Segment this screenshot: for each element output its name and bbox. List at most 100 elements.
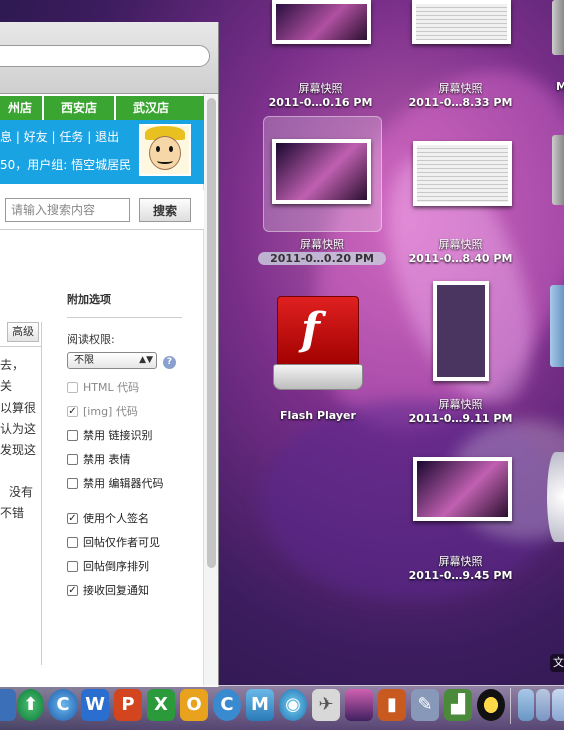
- qq-icon[interactable]: [477, 689, 505, 721]
- link-separator: |: [15, 130, 24, 144]
- option-disable-smilies[interactable]: 禁用 表情: [67, 451, 131, 467]
- qc-icon[interactable]: C: [48, 689, 78, 721]
- icon-caption-line2: 2011-0…0.16 PM: [268, 96, 373, 109]
- editor-text-line: 没有: [9, 485, 34, 499]
- edge-label-bottom: 文: [550, 654, 564, 672]
- icon-caption-line2: 2011-0…9.11 PM: [408, 412, 513, 425]
- option-label: 使用个人签名: [83, 512, 149, 525]
- edge-label-top: M: [556, 80, 564, 93]
- checkbox[interactable]: [67, 477, 78, 489]
- c-icon[interactable]: C: [213, 689, 241, 721]
- read-permission-label: 阅读权限:: [67, 333, 115, 346]
- msn-icon[interactable]: M: [246, 689, 274, 721]
- select-arrows-icon: ▲▼: [139, 355, 153, 365]
- edge-disc-icon[interactable]: [547, 452, 564, 542]
- slides-icon[interactable]: [345, 689, 373, 721]
- option-label: 回帖倒序排列: [83, 560, 149, 573]
- option-label: HTML 代码: [83, 381, 140, 394]
- checkbox[interactable]: [67, 381, 78, 393]
- extra-options-divider: [67, 317, 182, 318]
- icon-caption: Flash Player: [280, 409, 356, 422]
- checkbox[interactable]: [67, 560, 78, 572]
- user-info: 50，用户组: 悟空城居民: [0, 158, 132, 172]
- dock-divider: [510, 688, 511, 724]
- sat-icon[interactable]: ✈: [312, 689, 340, 721]
- user-link-logout[interactable]: 退出: [95, 130, 119, 144]
- post-editor[interactable]: 高级 去， 关 以算很 认为这 发现这 没有 不错: [0, 322, 42, 665]
- read-permission-select[interactable]: 不限 ▲▼: [67, 352, 157, 369]
- browser-toolbar: [0, 22, 218, 94]
- store-tab-bar: 州店 西安店 武汉店: [0, 96, 204, 120]
- editor-text-line: 去，: [0, 358, 25, 372]
- user-link-messages[interactable]: 息: [0, 130, 12, 144]
- option-reverse-order[interactable]: 回帖倒序排列: [67, 558, 149, 574]
- option-disable-link[interactable]: 禁用 链接识别: [67, 427, 153, 443]
- search-input[interactable]: [5, 198, 130, 222]
- icon-caption-line2: 2011-0…9.45 PM: [408, 569, 513, 582]
- user-link-friends[interactable]: 好友: [24, 130, 48, 144]
- search-bar: 搜索: [0, 190, 204, 230]
- editor-text-line: 发现这: [0, 443, 37, 457]
- edge-drive-icon-middle[interactable]: [552, 135, 564, 205]
- icon-caption-line1: 屏幕快照: [438, 238, 483, 251]
- option-img-code[interactable]: ✓ [img] 代码: [67, 403, 138, 419]
- o-icon[interactable]: O: [180, 689, 208, 721]
- fs-icon[interactable]: [0, 689, 16, 721]
- icon-caption-line2: 2011-0…8.40 PM: [408, 252, 513, 265]
- search-button[interactable]: 搜索: [139, 198, 191, 222]
- pres-icon[interactable]: ▮: [378, 689, 406, 721]
- scrollbar-thumb[interactable]: [207, 98, 216, 568]
- scrollbar[interactable]: [203, 94, 218, 687]
- icon-caption-line2: 2011-0…8.33 PM: [408, 96, 513, 109]
- edge-drive-icon-top[interactable]: [552, 0, 564, 55]
- folder-icon[interactable]: [518, 689, 534, 721]
- checkbox-checked[interactable]: ✓: [67, 405, 78, 417]
- icon-caption-line2: 2011-0…0.20 PM: [258, 252, 386, 265]
- checkbox-checked[interactable]: ✓: [67, 584, 78, 596]
- docs-icon[interactable]: [552, 689, 564, 721]
- apps-icon[interactable]: [536, 689, 550, 721]
- icon-caption-line1: 屏幕快照: [438, 398, 483, 411]
- tab-store-xian[interactable]: 西安店: [44, 96, 114, 120]
- avatar[interactable]: [139, 124, 191, 176]
- tab-store-wuhan[interactable]: 武汉店: [116, 96, 186, 120]
- x-icon[interactable]: X: [147, 689, 175, 721]
- edge-folder-icon[interactable]: [550, 285, 564, 367]
- option-html-code[interactable]: HTML 代码: [67, 379, 139, 395]
- user-link-tasks[interactable]: 任务: [59, 130, 83, 144]
- editor-text-line: 以算很: [0, 401, 37, 415]
- wc-icon[interactable]: ⬆: [17, 689, 44, 721]
- option-disable-editor-code[interactable]: 禁用 编辑器代码: [67, 475, 164, 491]
- option-label: 禁用 链接识别: [83, 429, 153, 442]
- editor-toolbar-divider: [0, 346, 42, 347]
- chart-icon[interactable]: ▟: [444, 689, 472, 721]
- tab-store-1[interactable]: 州店: [0, 96, 40, 120]
- p-icon[interactable]: P: [114, 689, 142, 721]
- icon-caption-line1: 屏幕快照: [298, 82, 343, 95]
- option-label: 回帖仅作者可见: [83, 536, 160, 549]
- checkbox-checked[interactable]: ✓: [67, 512, 78, 524]
- pen-icon[interactable]: ✎: [411, 689, 439, 721]
- option-reply-notify[interactable]: ✓ 接收回复通知: [67, 582, 149, 598]
- read-permission-value: 不限: [74, 355, 94, 366]
- option-use-signature[interactable]: ✓ 使用个人签名: [67, 510, 149, 526]
- editor-text-line: 关: [0, 379, 13, 393]
- checkbox[interactable]: [67, 536, 78, 548]
- advanced-button[interactable]: 高级: [7, 322, 39, 342]
- option-label: [img] 代码: [83, 405, 138, 418]
- option-label: 禁用 表情: [83, 453, 131, 466]
- option-label: 接收回复通知: [83, 584, 149, 597]
- address-bar[interactable]: [0, 45, 210, 67]
- icon-caption-line1: 屏幕快照: [438, 555, 483, 568]
- checkbox[interactable]: [67, 429, 78, 441]
- link-separator: |: [87, 130, 96, 144]
- w-icon[interactable]: W: [81, 689, 109, 721]
- editor-text-line: 不错: [0, 506, 25, 520]
- globe-icon[interactable]: ◉: [279, 689, 307, 721]
- user-bar: 息 | 好友 | 任务 | 退出 50，用户组: 悟空城居民: [0, 120, 204, 184]
- option-author-only[interactable]: 回帖仅作者可见: [67, 534, 160, 550]
- option-label: 禁用 编辑器代码: [83, 477, 164, 490]
- flash-player-icon: f: [273, 296, 363, 394]
- checkbox[interactable]: [67, 453, 78, 465]
- help-icon[interactable]: ?: [163, 356, 176, 369]
